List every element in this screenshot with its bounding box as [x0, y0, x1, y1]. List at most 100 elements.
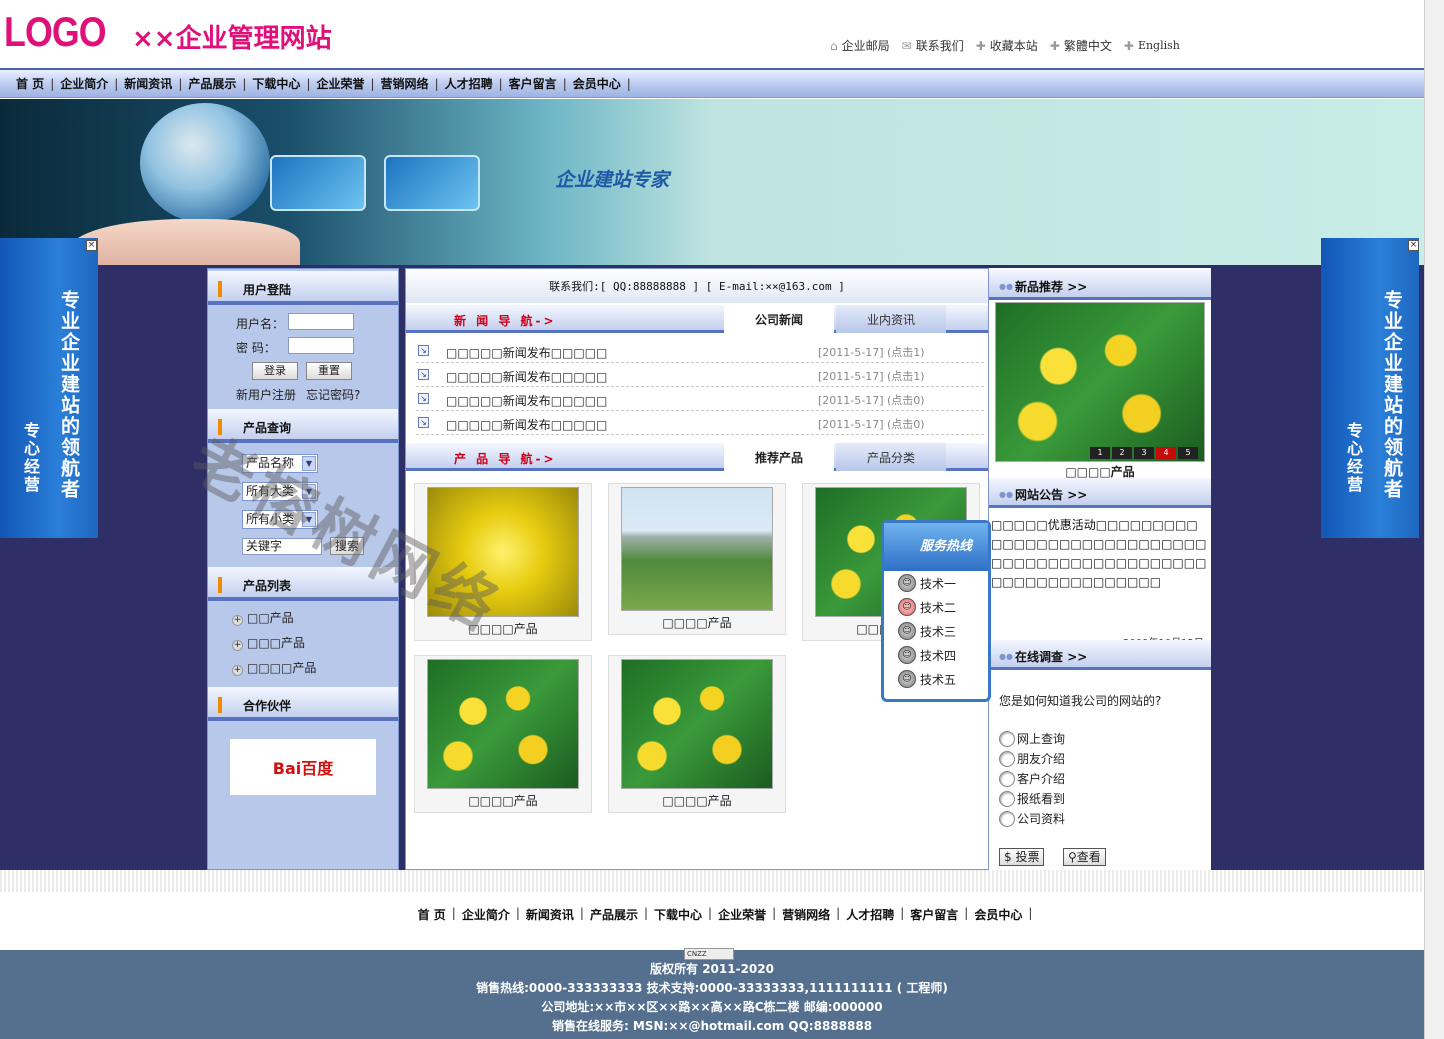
survey-option[interactable]: 网上查询 [999, 730, 1065, 747]
footer-info: 版权所有 2011-2020 销售热线:0000-333333333 技术支持:… [0, 950, 1424, 1039]
vote-button[interactable]: $ 投票 [999, 848, 1045, 866]
footer-nav-member[interactable]: 会员中心 [968, 906, 1028, 923]
product-card[interactable]: □□□□产品 [414, 483, 592, 641]
product-nav-title: 产 品 导 航-> [454, 452, 557, 466]
tech-support-3[interactable]: ☺ 技术三 [884, 619, 988, 643]
toplink-traditional[interactable]: ✚ 繁體中文 [1050, 37, 1112, 54]
product-card[interactable]: □□□□产品 [608, 483, 786, 635]
toplink-contact[interactable]: ✉ 联系我们 [902, 37, 964, 54]
register-link[interactable]: 新用户注册 [236, 386, 296, 403]
tech-support-1[interactable]: ☺ 技术一 [884, 571, 988, 595]
news-item[interactable]: ↘ □□□□□新闻发布□□□□□ [2011-5-17] (点击0) [416, 387, 984, 411]
slide-2[interactable]: 2 [1112, 447, 1132, 459]
close-icon[interactable]: × [86, 240, 97, 251]
tech-support-2[interactable]: ☺ 技术二 [884, 595, 988, 619]
slide-4[interactable]: 4 [1156, 447, 1176, 459]
chevron-down-icon: ▼ [302, 484, 316, 499]
nav-jobs[interactable]: 人才招聘 [439, 75, 499, 92]
right-float-ad[interactable]: × 专业企业建站的领航者 专心经营 [1321, 238, 1419, 538]
product-category-item[interactable]: + □□□产品 [232, 634, 305, 651]
partners-header: 合作伙伴 [208, 687, 398, 721]
username-input[interactable] [288, 313, 354, 330]
footer-nav-honor[interactable]: 企业荣誉 [712, 906, 772, 923]
tab-product-categories[interactable]: 产品分类 [836, 443, 946, 471]
toplink-mail[interactable]: ⌂ 企业邮局 [830, 37, 890, 54]
footer-nav-jobs[interactable]: 人才招聘 [840, 906, 900, 923]
product-image [621, 659, 773, 789]
footer-nav-download[interactable]: 下载中心 [648, 906, 708, 923]
product-category-item[interactable]: + □□□□产品 [232, 659, 316, 676]
survey-option[interactable]: 报纸看到 [999, 790, 1065, 807]
service-hotline-panel[interactable]: 服务热线 ☺ 技术一 ☺ 技术二 ☺ 技术三 ☺ 技术四 ☺ 技术五 [881, 520, 991, 702]
vertical-scrollbar[interactable] [1424, 0, 1444, 1039]
big-category-select[interactable]: 所有大类 ▼ [242, 482, 318, 501]
view-results-button[interactable]: ⚲查看 [1063, 848, 1106, 866]
nav-download[interactable]: 下载中心 [246, 75, 306, 92]
nav-member[interactable]: 会员中心 [567, 75, 627, 92]
keyword-input[interactable]: 关键字 [242, 538, 322, 555]
new-product-slideshow[interactable]: 1 2 3 4 5 [995, 302, 1205, 462]
radio-button[interactable] [999, 730, 1015, 747]
slide-5[interactable]: 5 [1178, 447, 1198, 459]
tech-support-5[interactable]: ☺ 技术五 [884, 667, 988, 691]
survey-header: ●● 在线调查 >> [989, 640, 1211, 670]
product-category-item[interactable]: + □□产品 [232, 609, 294, 626]
survey-option[interactable]: 客户介绍 [999, 770, 1065, 787]
reset-button[interactable]: 重置 [306, 362, 352, 380]
partners-title: 合作伙伴 [243, 699, 292, 713]
left-float-ad[interactable]: × 专业企业建站的领航者 专心经营 [0, 238, 98, 538]
radio-button[interactable] [999, 810, 1015, 827]
news-item[interactable]: ↘ □□□□□新闻发布□□□□□ [2011-5-17] (点击1) [416, 339, 984, 363]
footer-nav-about[interactable]: 企业简介 [456, 906, 516, 923]
cnzz-counter-badge[interactable]: CNZZ [684, 948, 734, 960]
globe-image [140, 103, 270, 223]
product-card[interactable]: □□□□产品 [414, 655, 592, 813]
nav-news[interactable]: 新闻资讯 [118, 75, 178, 92]
news-item[interactable]: ↘ □□□□□新闻发布□□□□□ [2011-5-17] (点击1) [416, 363, 984, 387]
login-button[interactable]: 登录 [252, 362, 298, 380]
qq-avatar-icon: ☺ [898, 646, 916, 664]
nav-products[interactable]: 产品展示 [182, 75, 242, 92]
tab-industry-news[interactable]: 业内资讯 [836, 305, 946, 333]
site-title: ××企业管理网站 [132, 24, 332, 54]
footer-nav-home[interactable]: 首 页 [412, 906, 452, 923]
home-icon: ⌂ [830, 38, 838, 53]
product-card[interactable]: □□□□产品 [608, 655, 786, 813]
satellite-image [270, 155, 366, 211]
survey-option[interactable]: 公司资料 [999, 810, 1065, 827]
forgot-password-link[interactable]: 忘记密码? [306, 386, 360, 403]
baidu-partner-logo[interactable]: Bai百度 [230, 739, 376, 795]
product-image [427, 487, 579, 617]
tech-support-4[interactable]: ☺ 技术四 [884, 643, 988, 667]
slide-1[interactable]: 1 [1090, 447, 1110, 459]
notice-header: ●● 网站公告 >> [989, 478, 1211, 508]
radio-button[interactable] [999, 750, 1015, 767]
password-input[interactable] [288, 337, 354, 354]
nav-honor[interactable]: 企业荣誉 [310, 75, 370, 92]
search-button[interactable]: 搜索 [330, 537, 364, 555]
survey-option[interactable]: 朋友介绍 [999, 750, 1065, 767]
radio-button[interactable] [999, 770, 1015, 787]
slide-3[interactable]: 3 [1134, 447, 1154, 459]
tab-company-news[interactable]: 公司新闻 [724, 305, 834, 333]
left-column: 用户登陆 用户名： 密 码： 登录 重置 新用户注册 忘记密码? 产品查询 产品… [207, 268, 399, 870]
close-icon[interactable]: × [1408, 240, 1419, 251]
site-logo[interactable]: LOGO [4, 8, 107, 56]
footer-nav-news[interactable]: 新闻资讯 [520, 906, 580, 923]
nav-guestbook[interactable]: 客户留言 [503, 75, 563, 92]
nav-about[interactable]: 企业简介 [54, 75, 114, 92]
cross-icon: ✚ [975, 38, 986, 53]
toplink-favorite[interactable]: ✚ 收藏本站 [976, 37, 1038, 54]
footer-nav-products[interactable]: 产品展示 [584, 906, 644, 923]
toplink-english[interactable]: ✚ English [1124, 37, 1180, 54]
small-category-select[interactable]: 所有小类 ▼ [242, 510, 318, 529]
news-item[interactable]: ↘ □□□□□新闻发布□□□□□ [2011-5-17] (点击0) [416, 411, 984, 435]
tab-recommended-products[interactable]: 推荐产品 [724, 443, 834, 471]
footer-nav-guestbook[interactable]: 客户留言 [904, 906, 964, 923]
radio-button[interactable] [999, 790, 1015, 807]
product-list-title: 产品列表 [243, 579, 292, 593]
field-select[interactable]: 产品名称 ▼ [242, 454, 318, 473]
nav-home[interactable]: 首 页 [10, 75, 50, 92]
nav-network[interactable]: 营销网络 [375, 75, 435, 92]
footer-nav-network[interactable]: 营销网络 [776, 906, 836, 923]
